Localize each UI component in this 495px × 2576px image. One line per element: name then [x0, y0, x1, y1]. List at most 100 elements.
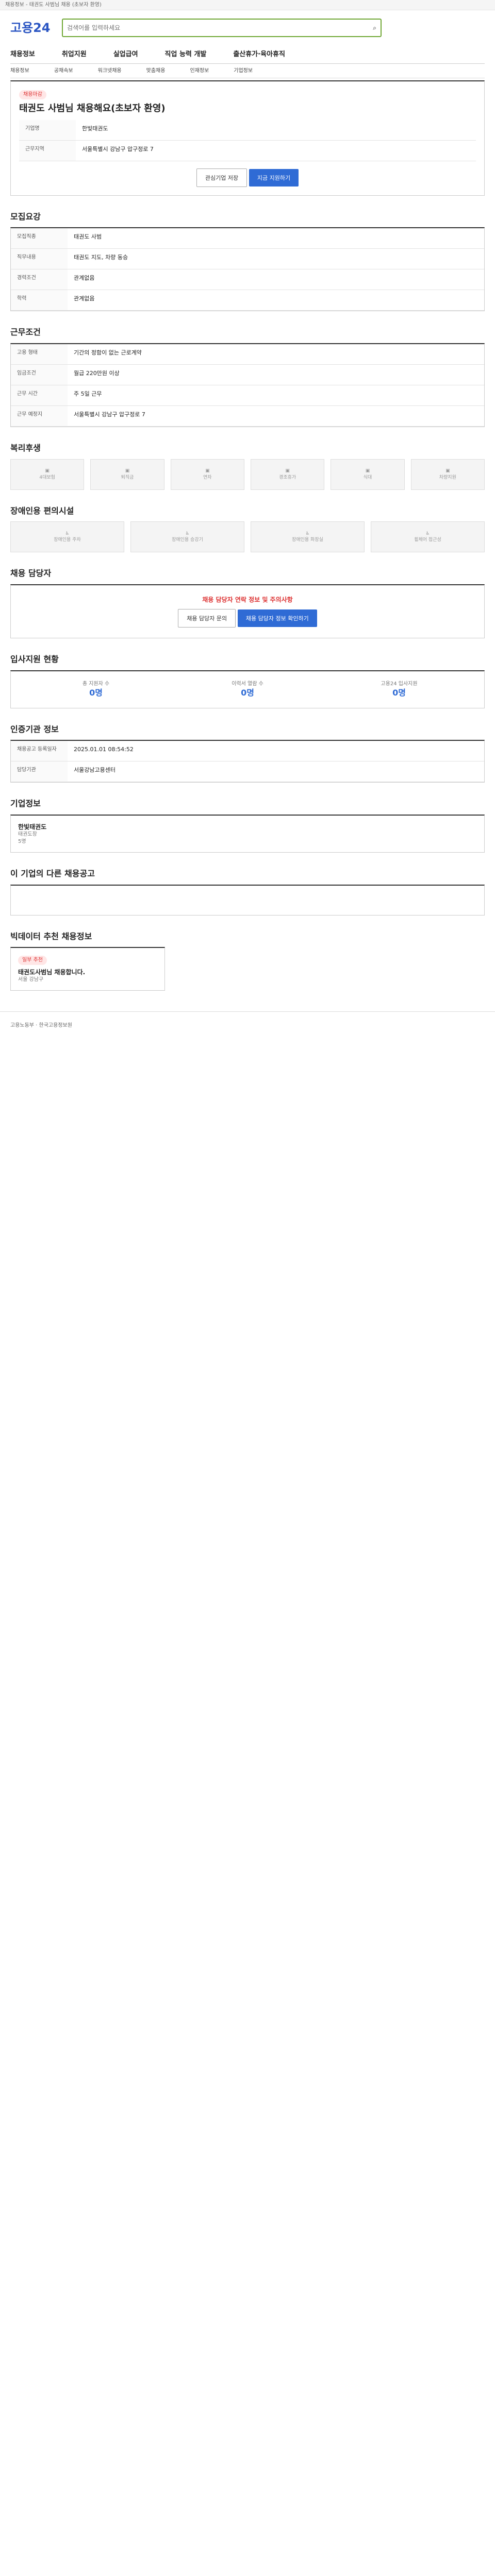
- label: 채용공고 등록일자: [11, 741, 68, 761]
- contact-phone-button[interactable]: 채용 담당자 문의: [178, 608, 236, 628]
- company-industry: 태권도장: [18, 832, 37, 838]
- wheelchair-icon: ♿: [305, 531, 310, 537]
- search-icon[interactable]: ⌕: [373, 24, 376, 32]
- nav-item-leave[interactable]: 출산휴가·육아휴직: [233, 50, 285, 59]
- section-title-recruit: 모집요강: [10, 211, 41, 222]
- subnav-item[interactable]: 기업정보: [234, 67, 253, 75]
- work-table: 고용 형태 기간의 정함이 없는 근로계약 임금조건 월급 220만원 이상 근무 …: [10, 343, 485, 427]
- value: 태권도 지도, 차량 동승: [74, 254, 128, 261]
- sub-nav: 채용정보 공채속보 워크넷채용 맞춤채용 인재정보 기업정보: [10, 64, 485, 78]
- nav-item-support[interactable]: 취업지원: [62, 50, 87, 59]
- value: 태권도 사범: [74, 233, 102, 241]
- stats-box: 총 지원자 수 0명 이력서 열람 수 0명 고용24 입사지원 0명: [10, 670, 485, 708]
- company-name: 한빛태권도: [82, 125, 108, 132]
- nav-item-training[interactable]: 직업 능력 개발: [165, 50, 207, 59]
- welfare-icon: ▣: [45, 468, 50, 474]
- value: 2025.01.01 08:54:52: [74, 746, 134, 753]
- agency-table: 채용공고 등록일자 2025.01.01 08:54:52 담당기관 서울강남고용센…: [10, 740, 485, 783]
- subnav-item[interactable]: 맞춤채용: [146, 67, 166, 75]
- company-box: 한빛태권도 태권도장 5명: [10, 814, 485, 853]
- wheelchair-icon: ♿: [185, 531, 190, 537]
- region: 서울특별시 강남구 압구정로 7: [82, 145, 154, 152]
- subnav-item[interactable]: 워크넷채용: [98, 67, 122, 75]
- logo[interactable]: 고용24: [10, 20, 57, 36]
- company-employees: 5명: [18, 838, 26, 844]
- value: 기간의 정함이 없는 근로계약: [74, 349, 142, 356]
- wheelchair-icon: ♿: [65, 531, 70, 537]
- label: 근무 예정지: [11, 405, 68, 426]
- site-footer: 고용노동부 · 한국고용정보원: [0, 1011, 495, 1040]
- label: 근무지역: [19, 140, 76, 161]
- label: 근무 시간: [11, 385, 68, 405]
- recommend-card[interactable]: 일부 추천 태권도사범님 채용합니다. 서울 강남구: [10, 947, 165, 991]
- nav-item-jobs[interactable]: 채용정보: [10, 50, 35, 59]
- wheelchair-icon: ♿: [425, 531, 430, 537]
- value: 주 5일 근무: [74, 390, 102, 397]
- welfare-icon: ▣: [205, 468, 210, 474]
- welfare-item: ▣ 4대보험: [10, 459, 85, 490]
- recommend-title[interactable]: 태권도사범님 채용합니다.: [18, 968, 157, 976]
- label: 모집직종: [11, 228, 68, 249]
- label: 고용 형태: [11, 344, 68, 364]
- stat-item: 이력서 열람 수 0명: [232, 681, 263, 698]
- welfare-icon: ▣: [285, 468, 290, 474]
- site-header: 고용24 ⌕ 채용정보 취업지원 실업급여 직업 능력 개발 출산휴가·육아휴직…: [0, 10, 495, 78]
- nav-item-benefit[interactable]: 실업급여: [113, 50, 138, 59]
- same-company-empty: [10, 884, 485, 916]
- facility-item: ♿ 장애인용 주차: [10, 521, 124, 553]
- subnav-item[interactable]: 채용정보: [10, 67, 29, 75]
- label: 경력조건: [11, 269, 68, 290]
- contact-info-button[interactable]: 채용 담당자 정보 확인하기: [237, 609, 317, 627]
- status-badge: 채용마감: [19, 90, 46, 99]
- welfare-item: ▣ 식대: [331, 459, 405, 490]
- facility-item: ♿ 휠체어 접근성: [371, 521, 485, 553]
- welfare-item: ▣ 퇴직금: [90, 459, 164, 490]
- section-title-contact: 채용 담당자: [10, 568, 52, 579]
- apply-button[interactable]: 지금 지원하기: [249, 168, 299, 187]
- job-summary: 채용마감 태권도 사범님 채용해요(초보자 환영) 기업명 한빛태권도 근무지역 서…: [10, 80, 485, 196]
- facility-grid: ♿ 장애인용 주차 ♿ 장애인용 승강기 ♿ 장애인용 화장실 ♿ 휠체어 접근성: [10, 521, 485, 553]
- search-input[interactable]: [67, 24, 373, 31]
- recommend-meta: 서울 강남구: [18, 976, 44, 982]
- section-title-facility: 장애인용 편의시설: [10, 505, 74, 516]
- company-name: 한빛태권도: [18, 823, 47, 831]
- facility-item: ♿ 장애인용 승강기: [130, 521, 244, 553]
- label: 기업명: [19, 120, 76, 140]
- label: 담당기관: [11, 761, 68, 782]
- section-title-stats: 입사지원 현황: [10, 654, 59, 664]
- subnav-item[interactable]: 공채속보: [54, 67, 73, 75]
- contact-box: 채용 담당자 연락 정보 및 주의사항 채용 담당자 문의 채용 담당자 정보 …: [10, 584, 485, 638]
- welfare-item: ▣ 경조휴가: [250, 459, 325, 490]
- section-title-same-company: 이 기업의 다른 채용공고: [10, 869, 95, 879]
- subnav-item[interactable]: 인재정보: [190, 67, 209, 75]
- search-box[interactable]: ⌕: [62, 19, 382, 37]
- save-button[interactable]: 관심기업 저장: [196, 168, 248, 187]
- section-title-ai: 빅데이터 추천 채용정보: [10, 931, 92, 941]
- job-title: 태권도 사범님 채용해요(초보자 환영): [19, 103, 166, 114]
- welfare-item: ▣ 차량지원: [410, 459, 485, 490]
- main-nav: 채용정보 취업지원 실업급여 직업 능력 개발 출산휴가·육아휴직: [10, 45, 485, 64]
- section-title-agency: 인증기관 정보: [10, 724, 59, 734]
- topbar: 채용정보 - 태권도 사범님 채용 (초보자 환영): [0, 0, 495, 10]
- welfare-icon: ▣: [446, 468, 450, 474]
- value: 서울특별시 강남구 압구정로 7: [74, 411, 145, 418]
- value: 서울강남고용센터: [74, 767, 116, 774]
- section-title-company: 기업정보: [10, 799, 41, 809]
- welfare-icon: ▣: [365, 468, 370, 474]
- welfare-item: ▣ 연차: [170, 459, 244, 490]
- contact-notice: 채용 담당자 연락 정보 및 주의사항: [202, 596, 293, 603]
- recruit-table: 모집직종 태권도 사범 직무내용 태권도 지도, 차량 동승 경력조건 관계없음 학력…: [10, 227, 485, 312]
- facility-item: ♿ 장애인용 화장실: [251, 521, 365, 553]
- section-title-work: 근무조건: [10, 327, 41, 337]
- value: 관계없음: [74, 275, 95, 282]
- welfare-icon: ▣: [125, 468, 130, 474]
- stat-item: 고용24 입사지원 0명: [381, 681, 418, 698]
- value: 월급 220만원 이상: [74, 369, 120, 377]
- label: 임금조건: [11, 364, 68, 385]
- section-title-welfare: 복리후생: [10, 443, 41, 453]
- label: 학력: [11, 290, 68, 311]
- welfare-grid: ▣ 4대보험 ▣ 퇴직금 ▣ 연차 ▣ 경조휴가 ▣ 식대 ▣ 차량지원: [10, 459, 485, 490]
- label: 직무내용: [11, 249, 68, 269]
- recommend-badge: 일부 추천: [18, 956, 47, 965]
- stat-item: 총 지원자 수 0명: [82, 681, 110, 698]
